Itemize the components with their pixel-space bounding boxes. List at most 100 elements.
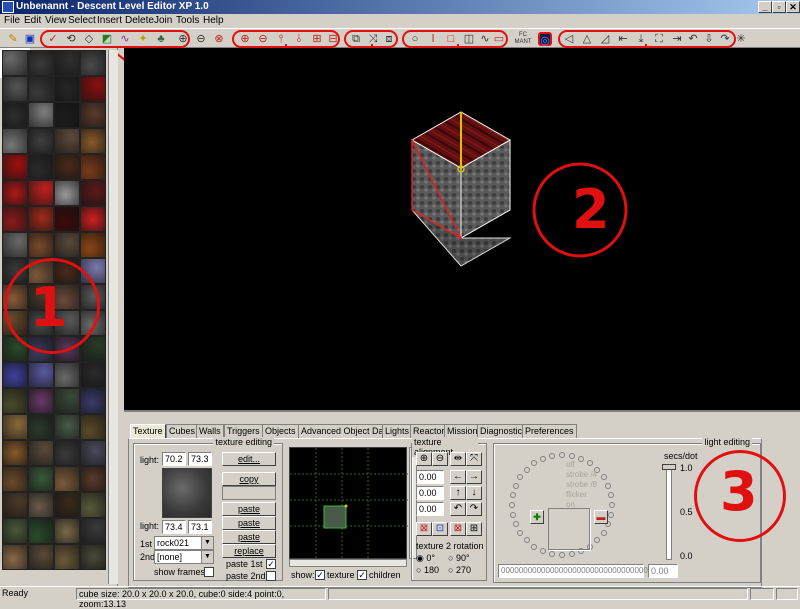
tab-preferences[interactable]: Preferences bbox=[522, 424, 577, 438]
menu-insert[interactable]: Insert bbox=[97, 15, 122, 27]
texture-swatch[interactable] bbox=[54, 492, 80, 518]
add-light-button[interactable]: ✚ bbox=[530, 510, 544, 524]
tab-advanced-object-data[interactable]: Advanced Object Data bbox=[298, 424, 395, 438]
texture-swatch[interactable] bbox=[54, 388, 80, 414]
light-dot[interactable] bbox=[568, 452, 575, 459]
light-dot[interactable] bbox=[600, 529, 607, 536]
light-dot[interactable] bbox=[586, 460, 593, 467]
light-dot[interactable] bbox=[509, 492, 516, 499]
texture-swatch[interactable] bbox=[54, 440, 80, 466]
light-dot[interactable] bbox=[600, 474, 607, 481]
light-dot[interactable] bbox=[568, 551, 575, 558]
texture-swatch[interactable] bbox=[80, 414, 106, 440]
texture-swatch[interactable] bbox=[54, 50, 80, 76]
second-texture-select[interactable]: [none] ▼ bbox=[154, 550, 214, 564]
rotate-icon[interactable]: ⟲ bbox=[64, 32, 78, 46]
copy-button[interactable]: copy bbox=[222, 472, 276, 486]
light-dot[interactable] bbox=[578, 455, 585, 462]
uv-point[interactable] bbox=[344, 504, 348, 508]
rotation-90-radio[interactable]: ○ 90° bbox=[448, 552, 470, 564]
texture-swatch[interactable] bbox=[54, 154, 80, 180]
save-icon[interactable]: ▣ bbox=[23, 32, 37, 46]
texture-swatch[interactable] bbox=[28, 466, 54, 492]
split-icon[interactable]: ⊞ bbox=[310, 32, 324, 46]
light-dot[interactable] bbox=[531, 543, 538, 550]
texture-swatch[interactable] bbox=[80, 102, 106, 128]
3d-viewport[interactable]: 2 bbox=[124, 48, 800, 410]
arrow-down-icon[interactable]: ↓ bbox=[466, 486, 482, 500]
texture-swatch[interactable] bbox=[54, 206, 80, 232]
align-stretch-icon[interactable]: ⊡ bbox=[432, 522, 448, 536]
light-pattern-field[interactable]: 0000000000000000000000000000000000 bbox=[498, 564, 652, 578]
light-bottom-1-field[interactable]: 73.4 bbox=[162, 520, 186, 534]
texture-swatch[interactable] bbox=[28, 76, 54, 102]
texture-swatch[interactable] bbox=[28, 544, 54, 570]
add-side-icon[interactable]: ⫰ bbox=[292, 32, 306, 46]
texture-scrollbar[interactable] bbox=[108, 50, 118, 584]
zoom-in-icon[interactable]: ⊕ bbox=[176, 32, 190, 46]
cube-icon[interactable]: ◇ bbox=[82, 32, 96, 46]
reset-view-icon[interactable]: ✳ bbox=[734, 32, 748, 46]
texture-swatch[interactable] bbox=[80, 440, 106, 466]
texture-swatch[interactable] bbox=[80, 50, 106, 76]
texture-swatch[interactable] bbox=[28, 518, 54, 544]
arrow-up-icon[interactable]: ↑ bbox=[450, 486, 466, 500]
menu-tools[interactable]: Tools bbox=[176, 15, 199, 27]
show-texture-checkbox[interactable]: ✓ bbox=[315, 570, 325, 580]
texture-swatch[interactable] bbox=[54, 180, 80, 206]
replace-button[interactable]: replace bbox=[222, 544, 276, 558]
menu-join[interactable]: Join bbox=[154, 15, 172, 27]
texture-swatch[interactable] bbox=[28, 414, 54, 440]
texture-swatch[interactable] bbox=[54, 128, 80, 154]
fit-view-icon[interactable]: ⛶ bbox=[652, 32, 666, 46]
texture-swatch[interactable] bbox=[28, 388, 54, 414]
texture-swatch[interactable] bbox=[2, 102, 28, 128]
texture-swatch[interactable] bbox=[54, 102, 80, 128]
menu-file[interactable]: File bbox=[4, 15, 20, 27]
tab-texture[interactable]: Texture bbox=[130, 424, 166, 438]
light-dot[interactable] bbox=[531, 460, 538, 467]
tab-cubes[interactable]: Cubes bbox=[166, 424, 199, 438]
paste-2nd-checkbox[interactable] bbox=[266, 571, 276, 581]
light-dot[interactable] bbox=[517, 474, 524, 481]
texture-swatch[interactable] bbox=[28, 440, 54, 466]
texture-swatch[interactable] bbox=[2, 180, 28, 206]
circle-icon[interactable]: ○ bbox=[408, 32, 422, 46]
texture-swatch[interactable] bbox=[80, 154, 106, 180]
light-icon[interactable]: ✦ bbox=[136, 32, 150, 46]
light-option-flicker[interactable]: flicker bbox=[566, 490, 587, 499]
align-reset-icon[interactable]: ⊠ bbox=[416, 522, 432, 536]
texture-swatch[interactable] bbox=[2, 232, 28, 258]
texture-swatch[interactable] bbox=[2, 388, 28, 414]
texture-swatch[interactable] bbox=[54, 544, 80, 570]
texture-swatch[interactable] bbox=[80, 518, 106, 544]
texture-swatch[interactable] bbox=[80, 232, 106, 258]
zoom-out-icon[interactable]: ⊖ bbox=[194, 32, 208, 46]
paste-marked-button[interactable]: paste marked bbox=[222, 516, 276, 540]
menu-delete[interactable]: Delete bbox=[125, 15, 154, 27]
texture-swatch[interactable] bbox=[2, 76, 28, 102]
texture-swatch[interactable] bbox=[2, 128, 28, 154]
rotation-0-radio[interactable]: ◉ 0° bbox=[416, 552, 435, 564]
texture-swatch[interactable] bbox=[28, 50, 54, 76]
texture-swatch[interactable] bbox=[2, 466, 28, 492]
texture-swatch[interactable] bbox=[2, 414, 28, 440]
light-dot[interactable] bbox=[608, 511, 615, 518]
show-children-checkbox[interactable]: ✓ bbox=[357, 570, 367, 580]
texture-swatch[interactable] bbox=[80, 206, 106, 232]
light-dot[interactable] bbox=[549, 452, 556, 459]
light-dot[interactable] bbox=[509, 511, 516, 518]
texture-swatch[interactable] bbox=[80, 466, 106, 492]
preview-scrollbar-h[interactable] bbox=[289, 559, 407, 567]
texture-swatch[interactable] bbox=[80, 388, 106, 414]
align-field-1[interactable]: 0.00 bbox=[416, 470, 444, 484]
light-dot[interactable] bbox=[509, 502, 515, 508]
move-up-icon[interactable]: △ bbox=[580, 32, 594, 46]
shrink-v-icon[interactable]: ⤧ bbox=[466, 452, 482, 466]
align-field-2[interactable]: 0.00 bbox=[416, 486, 444, 500]
light-top-1-field[interactable]: 70.2 bbox=[162, 452, 186, 466]
minimize-button[interactable]: _ bbox=[758, 1, 772, 13]
align-field-3[interactable]: 0.00 bbox=[416, 502, 444, 516]
texture-swatch[interactable] bbox=[54, 362, 80, 388]
menu-view[interactable]: View bbox=[45, 15, 67, 27]
